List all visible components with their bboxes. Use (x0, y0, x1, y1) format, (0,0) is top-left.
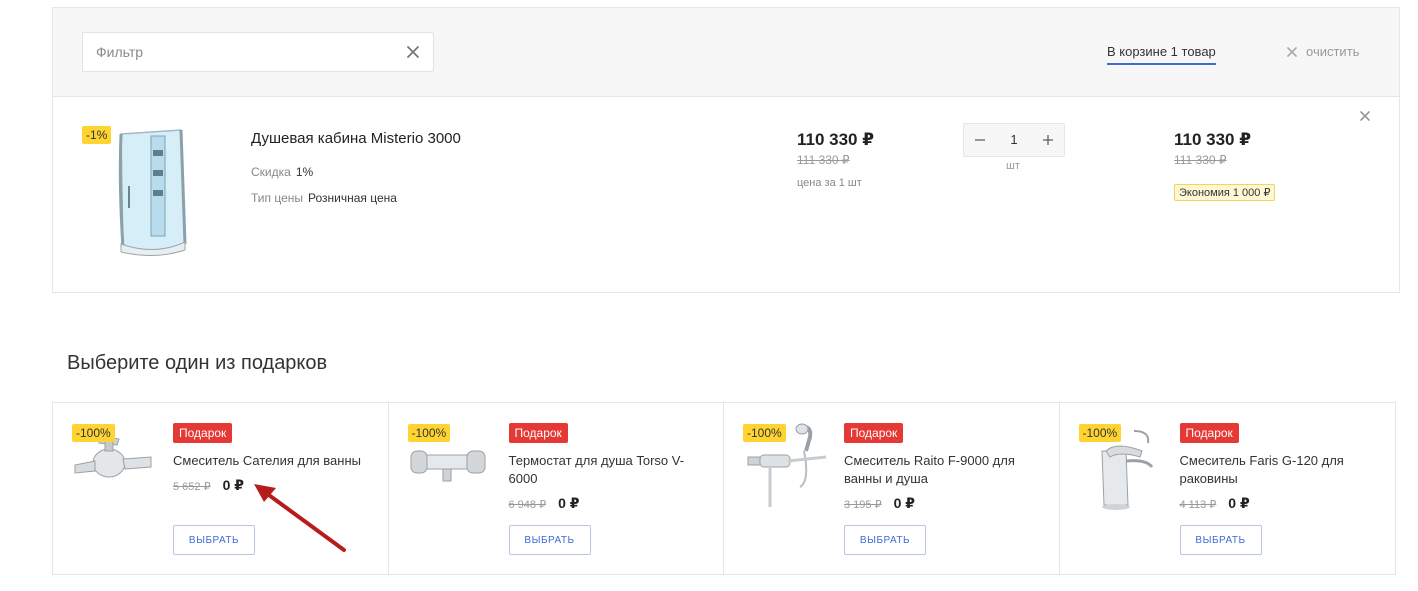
quantity-value[interactable]: 1 (996, 124, 1032, 156)
filter-box (82, 32, 434, 72)
cart-toolbar: В корзине 1 товар очистить (53, 8, 1399, 97)
clear-cart-button[interactable]: очистить (1287, 44, 1359, 59)
quantity-unit: шт (1006, 160, 1020, 172)
gift-label: Подарок (844, 423, 904, 443)
cart-panel: В корзине 1 товар очистить -1% Душевая к… (52, 7, 1400, 293)
price-type-attr: Тип цены Розничная цена (251, 191, 397, 205)
filter-input[interactable] (83, 33, 393, 71)
quantity-stepper: 1 (963, 123, 1065, 157)
increase-quantity-button[interactable] (1032, 124, 1064, 156)
gift-prices: 4 113 ₽ 0 ₽ (1180, 495, 1250, 512)
unit-price-note: цена за 1 шт (797, 177, 862, 189)
saving-badge: Экономия 1 000 ₽ (1174, 184, 1276, 201)
gift-card: -100% Подарок Термостат для душа Torso V… (389, 403, 724, 574)
shower-cabin-icon[interactable] (115, 126, 191, 258)
clear-cart-label: очистить (1306, 44, 1360, 59)
clear-filter-icon[interactable] (405, 44, 421, 60)
in-cart-tab[interactable]: В корзине 1 товар (1107, 44, 1216, 65)
discount-attr-label: Скидка (251, 165, 291, 179)
gift-prices: 3 195 ₽ 0 ₽ (844, 495, 915, 512)
decrease-quantity-button[interactable] (964, 124, 996, 156)
gift-discount-badge: -100% (1078, 424, 1122, 442)
close-icon (1287, 46, 1297, 57)
gift-card: -100% Подарок Смеситель Faris G-120 для … (1060, 403, 1396, 574)
minus-icon (975, 139, 985, 141)
unit-price-old: 111 330 ₽ (797, 153, 850, 167)
unit-price: 110 330 ₽ (797, 130, 875, 149)
discount-attr: Скидка 1% (251, 165, 313, 179)
gift-name[interactable]: Смеситель Raito F-9000 для ванны и душа (844, 452, 1044, 488)
gift-name[interactable]: Смеситель Сателия для ванны (173, 452, 373, 470)
discount-badge: -1% (82, 126, 112, 144)
gift-old-price: 4 113 ₽ (1179, 499, 1217, 511)
gift-label: Подарок (173, 423, 233, 443)
gift-name[interactable]: Термостат для душа Torso V-6000 (509, 452, 709, 488)
gift-discount-badge: -100% (72, 424, 115, 442)
gift-discount-badge: -100% (743, 424, 786, 442)
gift-label: Подарок (508, 423, 568, 443)
total-price: 110 330 ₽ (1174, 130, 1252, 149)
gift-old-price: 3 195 ₽ (844, 499, 882, 511)
gift-price: 0 ₽ (1228, 495, 1250, 511)
remove-item-icon[interactable] (1360, 111, 1370, 121)
total-price-old: 111 330 ₽ (1174, 153, 1227, 167)
gift-name[interactable]: Смеситель Faris G-120 для раковины (1180, 452, 1380, 488)
product-brand: Misterio 3000 (370, 130, 461, 147)
plus-icon (1043, 135, 1053, 145)
gift-prices: 6 948 ₽ 0 ₽ (509, 495, 580, 512)
gift-price: 0 ₽ (558, 495, 580, 511)
price-type-value: Розничная цена (308, 191, 397, 205)
annotation-arrow-icon (254, 484, 346, 552)
gift-discount-badge: -100% (407, 424, 451, 442)
gift-old-price: 5 652 ₽ (173, 481, 211, 493)
gift-prices: 5 652 ₽ 0 ₽ (173, 477, 244, 494)
price-type-label: Тип цены (251, 191, 304, 205)
choose-gift-button[interactable]: ВЫБРАТЬ (844, 525, 926, 555)
gift-price: 0 ₽ (893, 495, 916, 511)
discount-attr-value: 1% (295, 165, 314, 179)
choose-gift-button[interactable]: ВЫБРАТЬ (1179, 525, 1262, 555)
gift-card: -100% Подарок Смеситель Raito F-9000 для… (724, 403, 1060, 574)
gifts-title: Выберите один из подарков (67, 352, 328, 374)
gift-old-price: 6 948 ₽ (508, 499, 547, 511)
product-name[interactable]: Душевая кабина Misterio 3000 (251, 130, 461, 147)
choose-gift-button[interactable]: ВЫБРАТЬ (173, 525, 255, 555)
product-name-prefix: Душевая кабина (251, 130, 371, 147)
gift-price: 0 ₽ (222, 477, 245, 493)
gift-label: Подарок (1179, 423, 1239, 443)
choose-gift-button[interactable]: ВЫБРАТЬ (508, 525, 591, 555)
